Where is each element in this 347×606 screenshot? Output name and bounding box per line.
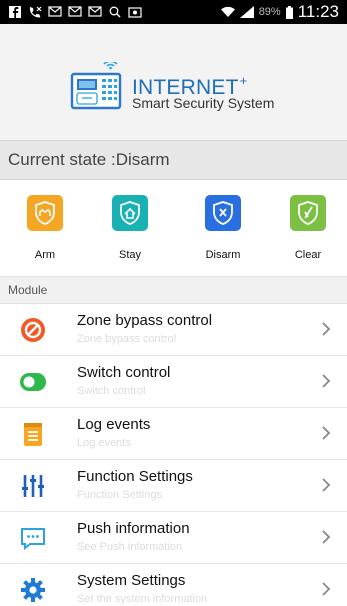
brand-subtitle: Smart Security System [132, 95, 275, 111]
module-list: Zone bypass control Zone bypass control … [0, 304, 347, 606]
gallery-icon [128, 7, 142, 18]
clear-shield-icon [290, 195, 326, 231]
message-icon [68, 6, 82, 17]
disarm-label: Disarm [205, 249, 241, 261]
bypass-icon [21, 318, 45, 342]
clear-button[interactable]: Clear [278, 195, 338, 261]
signal-icon [239, 6, 254, 18]
list-item-subtitle: Set the system information [77, 593, 208, 605]
list-item-system-settings[interactable]: System Settings Set the system informati… [0, 564, 347, 606]
battery-icon [285, 5, 293, 19]
disarm-button[interactable]: Disarm [193, 195, 253, 261]
chevron-right-icon [322, 426, 331, 440]
chat-bubble-icon [21, 528, 45, 551]
clear-label: Clear [294, 249, 322, 261]
module-section-header: Module [0, 276, 347, 304]
toggle-switch-icon [20, 373, 46, 391]
list-item-title: Switch control [77, 364, 171, 381]
list-item-title: Function Settings [77, 468, 193, 485]
stay-house-icon [112, 195, 148, 231]
arm-button[interactable]: Arm [15, 195, 75, 261]
arm-label: Arm [34, 249, 56, 261]
current-state: Current state :Disarm [0, 140, 347, 180]
log-notepad-icon [24, 423, 42, 446]
search-icon [109, 6, 121, 18]
message-icon [48, 6, 62, 17]
facebook-icon [9, 6, 21, 18]
list-item-subtitle: Zone bypass control [77, 333, 177, 345]
list-item-title: Zone bypass control [77, 312, 213, 329]
list-item-subtitle: Switch control [77, 385, 146, 397]
disarm-x-shield-icon [205, 195, 241, 231]
app-header: INTERNET+ Smart Security System [0, 24, 347, 140]
status-bar: 89% 11:23 [0, 0, 347, 24]
stay-button[interactable]: Stay [100, 195, 160, 261]
list-item-subtitle: See Push information [77, 541, 183, 553]
gear-icon [21, 578, 45, 602]
notification-icons [8, 6, 142, 18]
battery-percent: 89% [258, 6, 281, 18]
action-bar: Arm Stay Disarm Clear [0, 181, 347, 276]
list-item-push-information[interactable]: Push information See Push information [0, 512, 347, 564]
message-icon [88, 6, 102, 17]
security-panel-logo-icon [70, 62, 122, 110]
system-status: 89% 11:23 [220, 2, 339, 22]
list-item-log-events[interactable]: Log events Log events [0, 408, 347, 460]
list-item-subtitle: Function Settings [77, 489, 162, 501]
list-item-subtitle: Log events [77, 437, 131, 449]
chevron-right-icon [322, 374, 331, 388]
chevron-right-icon [322, 478, 331, 492]
list-item-title: Log events [77, 416, 151, 433]
sliders-icon [22, 475, 44, 497]
chevron-right-icon [322, 322, 331, 336]
list-item-title: System Settings [77, 572, 186, 589]
chevron-right-icon [322, 582, 331, 596]
stay-label: Stay [118, 249, 141, 261]
list-item-zone-bypass[interactable]: Zone bypass control Zone bypass control [0, 304, 347, 356]
arm-shield-icon [27, 195, 63, 231]
clock: 11:23 [297, 2, 339, 21]
brand-title-sup: + [239, 73, 248, 88]
wifi-icon [220, 6, 235, 17]
chevron-right-icon [322, 530, 331, 544]
phone-missed-icon [29, 6, 42, 18]
list-item-switch-control[interactable]: Switch control Switch control [0, 356, 347, 408]
list-item-title: Push information [77, 520, 190, 537]
list-item-function-settings[interactable]: Function Settings Function Settings [0, 460, 347, 512]
